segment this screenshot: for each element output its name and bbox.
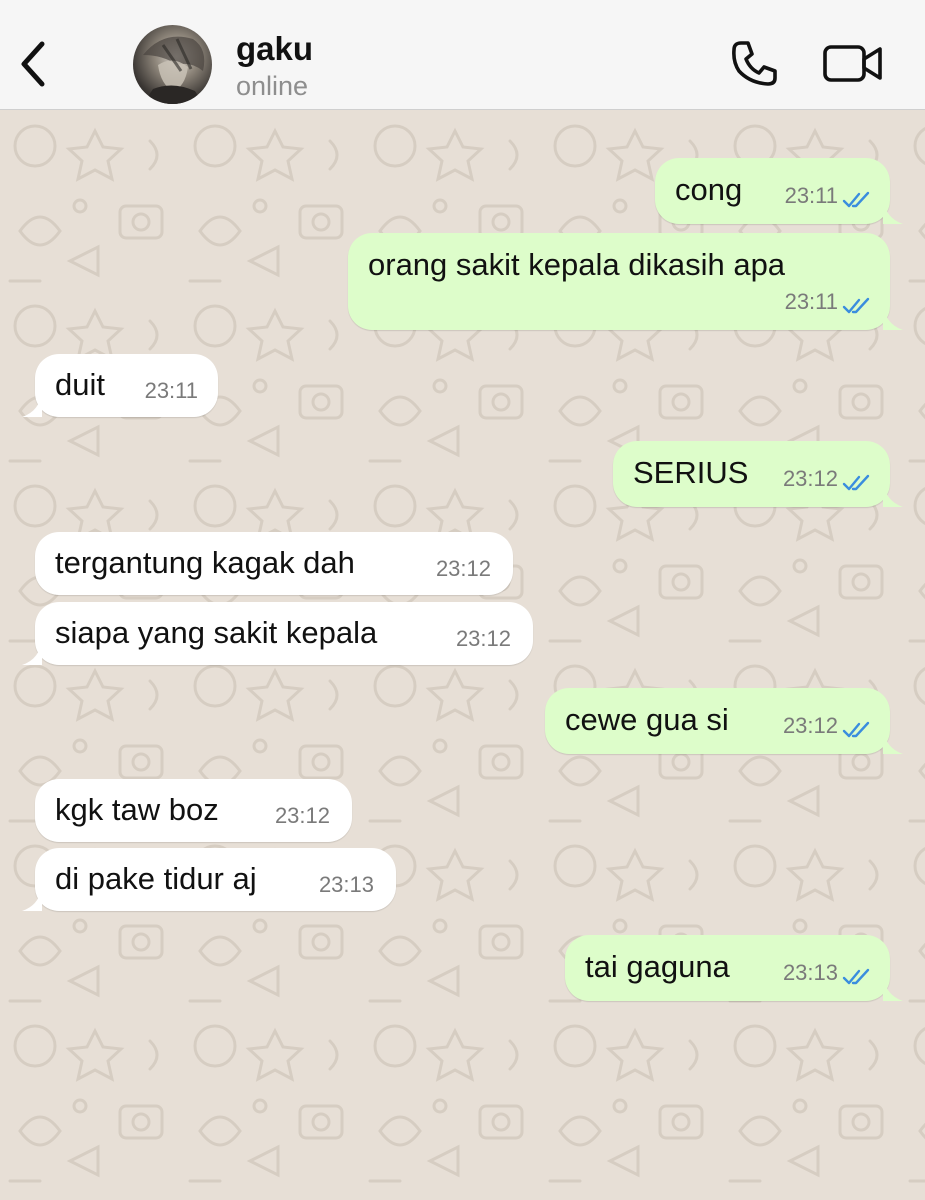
contact-name[interactable]: gaku <box>236 30 313 68</box>
message-bubble-incoming[interactable]: siapa yang sakit kepala 23:12 <box>22 602 533 665</box>
bubble-tail <box>22 639 42 665</box>
message-time: 23:11 <box>784 183 838 208</box>
avatar-image <box>143 36 205 104</box>
message-meta: 23:11 <box>145 373 198 409</box>
double-check-icon <box>842 191 870 208</box>
message-bubble-incoming[interactable]: di pake tidur aj 23:13 <box>22 848 396 911</box>
voice-call-button[interactable] <box>728 38 780 90</box>
message-time: 23:11 <box>784 289 838 314</box>
message-bubble-incoming[interactable]: tergantung kagak dah 23:12 <box>35 532 513 595</box>
video-camera-icon <box>823 45 882 82</box>
message-bubble-incoming[interactable]: duit 23:11 <box>22 354 218 417</box>
message-text: duit <box>55 367 105 402</box>
message-text: cewe gua si <box>565 702 729 737</box>
message-time: 23:11 <box>144 378 198 403</box>
message-meta: 23:12 <box>783 461 872 497</box>
back-button[interactable] <box>14 38 54 90</box>
video-call-button[interactable] <box>822 40 884 88</box>
double-check-icon <box>842 721 870 738</box>
message-meta: 23:12 <box>436 551 491 587</box>
message-time: 23:13 <box>782 960 838 985</box>
message-text: tergantung kagak dah <box>55 545 355 580</box>
phone-icon <box>732 41 777 86</box>
bubble-tail <box>883 728 903 754</box>
message-text: tai gaguna <box>585 949 730 984</box>
double-check-icon <box>842 297 870 314</box>
message-meta: 23:13 <box>783 955 872 991</box>
avatar[interactable] <box>133 25 212 104</box>
message-bubble-outgoing[interactable]: cong 23:11 <box>655 158 903 224</box>
message-time: 23:12 <box>455 626 511 651</box>
message-meta: 23:12 <box>275 798 330 834</box>
message-time: 23:12 <box>435 556 491 581</box>
message-meta: 23:11 <box>785 178 872 214</box>
message-meta: 23:12 <box>783 708 872 744</box>
message-text: kgk taw boz <box>55 792 219 827</box>
message-text: siapa yang sakit kepala <box>55 615 378 650</box>
bubble-tail <box>22 885 42 911</box>
message-list[interactable]: cong 23:11 orang sakit kepala dikasih ap… <box>0 111 925 1200</box>
message-time: 23:12 <box>782 713 838 738</box>
bubble-tail <box>22 391 42 417</box>
double-check-icon <box>842 968 870 985</box>
message-bubble-outgoing[interactable]: tai gaguna 23:13 <box>565 935 903 1001</box>
message-text: SERIUS <box>633 455 749 490</box>
message-meta: 23:12 <box>456 621 511 657</box>
message-time: 23:12 <box>274 803 330 828</box>
double-check-icon <box>842 474 870 491</box>
contact-status: online <box>236 71 309 101</box>
message-bubble-outgoing[interactable]: orang sakit kepala dikasih apa 23:11 <box>348 233 903 330</box>
message-time: 23:12 <box>782 466 838 491</box>
message-bubble-incoming[interactable]: kgk taw boz 23:12 <box>35 779 352 842</box>
message-time: 23:13 <box>318 872 374 897</box>
message-text: di pake tidur aj <box>55 861 257 896</box>
bubble-tail <box>883 304 903 330</box>
message-text: orang sakit kepala dikasih apa <box>368 247 786 282</box>
bubble-tail <box>883 975 903 1001</box>
message-bubble-outgoing[interactable]: cewe gua si 23:12 <box>545 688 903 754</box>
message-text: cong <box>675 172 743 207</box>
bubble-tail <box>883 481 903 507</box>
message-meta: 23:11 <box>785 284 872 320</box>
bubble-tail <box>883 198 903 224</box>
chat-header: gaku online <box>0 0 925 110</box>
message-meta: 23:13 <box>319 867 374 903</box>
message-bubble-outgoing[interactable]: SERIUS 23:12 <box>613 441 903 507</box>
chevron-left-icon <box>21 41 45 87</box>
